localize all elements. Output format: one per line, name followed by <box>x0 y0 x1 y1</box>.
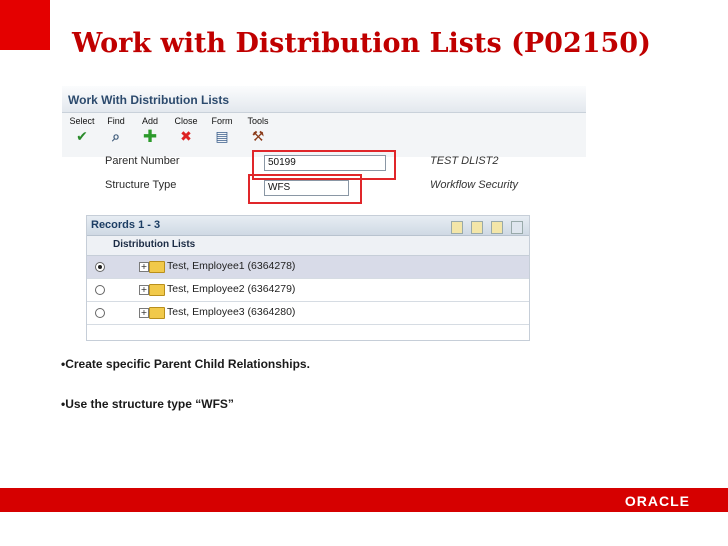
row-text: Test, Employee2 (6364279) <box>167 283 296 295</box>
distribution-lists-header: Distribution Lists <box>113 239 196 250</box>
find-label: Find <box>107 116 125 126</box>
structure-type-label: Structure Type <box>105 179 177 191</box>
column-header: Distribution Lists <box>87 236 529 256</box>
folder-icon <box>149 261 165 273</box>
folder-icon <box>149 284 165 296</box>
table-row[interactable]: + Test, Employee3 (6364280) <box>87 302 529 325</box>
table-row[interactable]: + Test, Employee2 (6364279) <box>87 279 529 302</box>
close-button[interactable]: Close ✖ <box>170 115 202 155</box>
app-screenshot: Work With Distribution Lists Select ✔ Fi… <box>62 86 586 344</box>
slide-title: Work with Distribution Lists (P02150) <box>72 28 651 59</box>
bullet-item: •Use the structure type “WFS” <box>61 397 234 411</box>
structure-type-description: Workflow Security <box>430 179 519 191</box>
find-button[interactable]: Find ⌕ <box>100 115 132 155</box>
expand-icon[interactable]: + <box>139 262 149 272</box>
records-count: Records 1 - 3 <box>91 219 161 231</box>
parent-number-description: TEST DLIST2 <box>430 155 499 167</box>
find-icon: ⌕ <box>112 129 120 145</box>
add-button[interactable]: Add ✚ <box>134 115 166 155</box>
parent-number-label: Parent Number <box>105 155 180 167</box>
bullet-item: •Create specific Parent Child Relationsh… <box>61 357 310 371</box>
row-text: Test, Employee3 (6364280) <box>167 306 296 318</box>
check-icon: ✔ <box>76 129 88 145</box>
grid-filter-icon[interactable] <box>470 221 483 234</box>
form-label: Form <box>211 116 233 126</box>
table-row[interactable]: + Test, Employee1 (6364278) <box>87 256 529 279</box>
row-radio-button[interactable] <box>95 262 105 272</box>
tools-button[interactable]: Tools ⚒ <box>242 115 274 155</box>
grid-header-bar: Records 1 - 3 <box>87 216 529 236</box>
row-text: Test, Employee1 (6364278) <box>167 260 296 272</box>
add-icon: ✚ <box>142 127 158 147</box>
expand-icon[interactable]: + <box>139 308 149 318</box>
select-button[interactable]: Select ✔ <box>66 115 98 155</box>
footer-bar: ORACLE <box>0 488 728 512</box>
tools-icon: ⚒ <box>251 129 265 145</box>
expand-icon[interactable]: + <box>139 285 149 295</box>
add-label: Add <box>141 116 158 126</box>
grid-copy-icon[interactable] <box>490 221 503 234</box>
structure-type-highlight <box>248 174 362 204</box>
grid-export-icon[interactable] <box>450 221 463 234</box>
row-radio-button[interactable] <box>95 308 105 318</box>
folder-icon <box>149 307 165 319</box>
form-icon: ▤ <box>215 129 229 145</box>
grid-maximize-icon[interactable] <box>511 221 523 234</box>
oracle-logo: ORACLE <box>624 493 690 509</box>
form-button[interactable]: Form ▤ <box>206 115 238 155</box>
row-radio-button[interactable] <box>95 285 105 295</box>
close-label: Close <box>174 116 198 126</box>
corner-brand-mark <box>0 0 50 50</box>
window-titlebar: Work With Distribution Lists <box>62 86 586 113</box>
records-grid: Records 1 - 3 Distribution Lists + Test,… <box>86 215 530 341</box>
tools-label: Tools <box>247 116 269 126</box>
select-label: Select <box>69 116 95 126</box>
close-icon: ✖ <box>180 129 192 145</box>
window-title: Work With Distribution Lists <box>68 93 229 107</box>
